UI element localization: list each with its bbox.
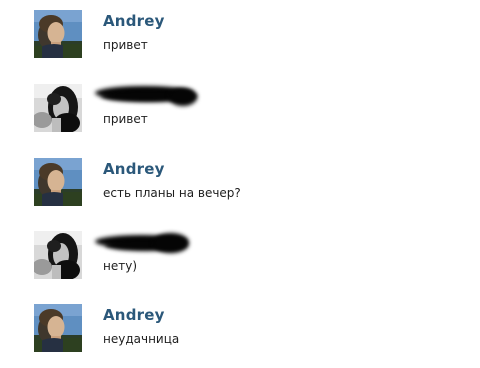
young-man-avatar-icon[interactable]	[34, 304, 82, 352]
message-item: Andrey есть планы на вечер?	[0, 158, 480, 218]
redacted-author-name	[95, 84, 199, 108]
dark-haired-woman-avatar-icon[interactable]	[34, 84, 82, 132]
young-man-avatar-icon[interactable]	[34, 10, 82, 58]
message-text: нету)	[103, 259, 138, 273]
message-item: Andrey привет	[0, 10, 480, 70]
message-text: неудачница	[103, 332, 180, 346]
message-text: есть планы на вечер?	[103, 186, 241, 200]
message-item: привет	[0, 84, 480, 144]
conversation-thread: Andrey привет привет Andrey есть планы н…	[0, 0, 480, 368]
dark-haired-woman-avatar-icon[interactable]	[34, 231, 82, 279]
message-item: нету)	[0, 231, 480, 291]
message-text: привет	[103, 112, 148, 126]
message-item: Andrey неудачница	[0, 304, 480, 364]
message-author[interactable]: Andrey	[103, 160, 165, 178]
redacted-author-name	[95, 231, 199, 255]
message-author[interactable]: Andrey	[103, 306, 165, 324]
message-author[interactable]: Andrey	[103, 12, 165, 30]
young-man-avatar-icon[interactable]	[34, 158, 82, 206]
message-text: привет	[103, 38, 148, 52]
